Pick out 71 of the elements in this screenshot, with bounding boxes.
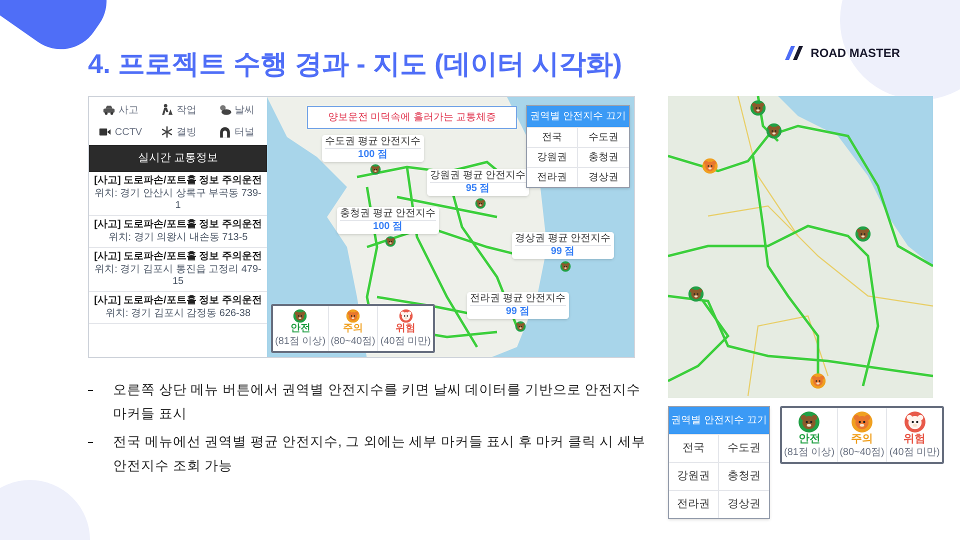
list-item[interactable]: [사고] 도로파손/포트홀 정보 주의운전 위치: 경기 안산시 상록구 부곡동 739-1 xyxy=(89,172,267,216)
region-option[interactable]: 수도권 xyxy=(578,127,629,147)
region-option[interactable]: 충청권 xyxy=(578,147,629,167)
region-label: 수도권 평균 안전지수 xyxy=(325,136,421,149)
region-score-card[interactable]: 강원권 평균 안전지수 95 점 xyxy=(427,169,529,196)
region-label: 충청권 평균 안전지수 xyxy=(340,208,436,221)
legend-range: (40점 미만) xyxy=(380,336,431,348)
region-score: 95 점 xyxy=(466,183,490,195)
item-location: 위치: 경기 의왕시 내손동 713-5 xyxy=(108,232,248,244)
list-item[interactable]: [사고] 도로파손/포트홀 정보 주의운전 위치: 경기 의왕시 내손동 713-5 xyxy=(89,216,267,248)
region-option[interactable]: 경상권 xyxy=(719,490,769,518)
worker-icon xyxy=(160,103,174,117)
category-button[interactable]: 터널 xyxy=(207,122,265,142)
region-score: 99 점 xyxy=(550,246,575,258)
region-option[interactable]: 전라권 xyxy=(669,490,719,518)
bullet-text: 오른쪽 상단 메뉴 버튼에서 권역별 안전지수를 키면 날씨 데이터를 기반으로 안전지수 마커들 표시 xyxy=(113,381,642,423)
category-button[interactable]: CCTV xyxy=(91,122,149,142)
legend-label: 주의 xyxy=(850,433,873,447)
legend-label: 안전 xyxy=(290,323,310,336)
item-title: [사고] 도로파손/포트홀 정보 주의운전 xyxy=(94,174,262,186)
menu-header: 권역별 안전지수 끄기 xyxy=(669,407,769,434)
cloud-sun-icon xyxy=(218,103,232,117)
snowflake-icon xyxy=(160,125,174,139)
sidebar-title: 실시간 교통정보 xyxy=(89,145,267,172)
list-item[interactable]: [사고] 도로파손/포트홀 정보 주의운전 위치: 경기 김포시 통진읍 고정리 479-15 xyxy=(89,248,267,292)
item-location: 위치: 경기 김포시 통진읍 고정리 479-15 xyxy=(94,264,262,288)
region-score-card[interactable]: 경상권 평균 안전지수 99 점 xyxy=(512,232,614,259)
logo-icon xyxy=(784,46,805,60)
category-button[interactable]: 작업 xyxy=(149,100,207,120)
bullet-text: 전국 메뉴에선 권역별 평균 안전지수, 그 외에는 세부 마커들 표시 후 마커 클릭 시 세부 안전지수 조회 가능 xyxy=(113,433,646,475)
region-score: 99 점 xyxy=(506,306,530,318)
region-option[interactable]: 수도권 xyxy=(719,434,769,462)
slide-title: 4. 프로젝트 수행 경과 - 지도 (데이터 시각화) xyxy=(88,48,622,81)
region-label: 전라권 평균 안전지수 xyxy=(470,293,566,306)
item-location: 위치: 경기 안산시 상록구 부곡동 739-1 xyxy=(94,188,262,212)
category-button[interactable]: 결빙 xyxy=(149,122,207,142)
region-option[interactable]: 충청권 xyxy=(719,462,769,490)
legend-label: 위험 xyxy=(396,323,416,336)
category-button[interactable]: 사고 xyxy=(91,100,149,120)
region-label: 경상권 평균 안전지수 xyxy=(515,233,611,246)
item-title: [사고] 도로파손/포트홀 정보 주의운전 xyxy=(94,250,262,262)
region-score: 100 점 xyxy=(358,149,388,161)
region-score: 100 점 xyxy=(373,221,403,233)
legend-range: (80~40점) xyxy=(330,336,376,348)
logo-text: ROAD MASTER xyxy=(810,45,900,62)
region-option[interactable]: 전국 xyxy=(669,434,719,462)
legend-range: (81점 이상) xyxy=(275,336,326,348)
list-item[interactable]: [사고] 도로파손/포트홀 정보 주의운전 위치: 경기 김포시 감정동 626-38 xyxy=(89,292,267,324)
region-option[interactable]: 전라권 xyxy=(527,167,578,187)
car-icon xyxy=(102,103,116,117)
category-button[interactable]: 날씨 xyxy=(207,100,265,120)
region-option[interactable]: 전국 xyxy=(527,127,578,147)
legend-range: (81점 이상) xyxy=(784,446,835,460)
legend-label: 주의 xyxy=(342,323,363,336)
menu-header: 권역별 안전지수 끄기 xyxy=(527,106,629,127)
legend-range: (40점 미만) xyxy=(889,446,940,460)
region-label: 강원권 평균 안전지수 xyxy=(430,170,526,183)
region-score-card[interactable]: 충청권 평균 안전지수 100 점 xyxy=(337,207,439,234)
region-option[interactable]: 경상권 xyxy=(578,167,629,187)
legend-label: 안전 xyxy=(798,433,820,447)
notice-banner: 양보운전 미덕속에 흘러가는 교통체증 xyxy=(307,106,517,129)
region-option[interactable]: 강원권 xyxy=(669,462,719,490)
region-option[interactable]: 강원권 xyxy=(527,147,578,167)
legend-range: (80~40점) xyxy=(840,446,884,460)
item-title: [사고] 도로파손/포트홀 정보 주의운전 xyxy=(94,294,262,306)
region-score-card[interactable]: 수도권 평균 안전지수 100 점 xyxy=(322,135,424,162)
legend-label: 위험 xyxy=(904,433,926,447)
item-location: 위치: 경기 김포시 감정동 626-38 xyxy=(105,308,251,320)
region-score-card[interactable]: 전라권 평균 안전지수 99 점 xyxy=(467,292,569,319)
item-title: [사고] 도로파손/포트홀 정보 주의운전 xyxy=(94,218,262,230)
tunnel-icon xyxy=(218,125,232,139)
